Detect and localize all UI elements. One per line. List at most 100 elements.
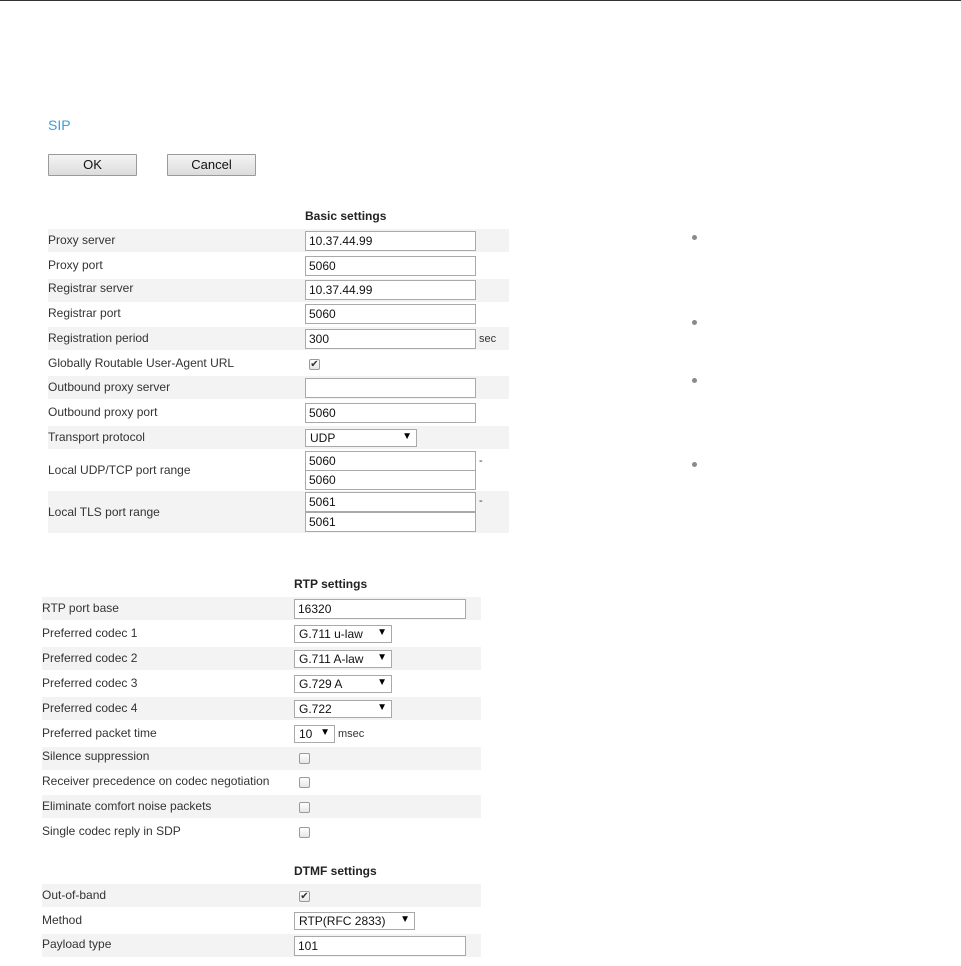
basic-settings-heading: Basic settings	[305, 209, 387, 223]
udp-port-to-input[interactable]: 5060	[305, 470, 476, 490]
udp-port-range-row: Local UDP/TCP port range 5060 - 5060	[48, 450, 509, 491]
gruu-checkbox[interactable]: ✔	[309, 359, 320, 370]
silence-suppression-row: Silence suppression	[42, 747, 481, 770]
registrar-server-row: Registrar server 10.37.44.99	[48, 279, 509, 302]
packet-time-select[interactable]: 10 ▼	[294, 725, 335, 743]
outbound-proxy-server-row: Outbound proxy server	[48, 376, 509, 399]
codec4-label: Preferred codec 4	[42, 701, 138, 715]
dtmf-method-row: Method RTP(RFC 2833) ▼	[42, 909, 481, 932]
rtp-port-base-input[interactable]: 16320	[294, 599, 466, 619]
transport-protocol-select[interactable]: UDP ▼	[305, 429, 417, 447]
registrar-server-label: Registrar server	[48, 281, 134, 295]
out-of-band-checkbox[interactable]: ✔	[299, 891, 310, 902]
codec3-select[interactable]: G.729 A ▼	[294, 675, 392, 693]
outbound-proxy-server-label: Outbound proxy server	[48, 380, 171, 394]
codec2-row: Preferred codec 2 G.711 A-law ▼	[42, 647, 481, 670]
transport-protocol-value: UDP	[310, 431, 336, 445]
single-codec-row: Single codec reply in SDP	[42, 820, 481, 843]
bullet-icon	[692, 378, 697, 383]
comfort-noise-label: Eliminate comfort noise packets	[42, 799, 212, 813]
single-codec-label: Single codec reply in SDP	[42, 824, 181, 838]
packet-time-label: Preferred packet time	[42, 726, 157, 740]
payload-type-label: Payload type	[42, 937, 112, 951]
registrar-port-input[interactable]: 5060	[305, 304, 476, 324]
dtmf-settings-heading: DTMF settings	[294, 864, 377, 878]
registration-period-input[interactable]: 300	[305, 329, 476, 349]
transport-protocol-label: Transport protocol	[48, 430, 145, 444]
out-of-band-row: Out-of-band ✔	[42, 884, 481, 907]
rtp-port-base-row: RTP port base 16320	[42, 597, 481, 620]
dtmf-method-select[interactable]: RTP(RFC 2833) ▼	[294, 912, 415, 930]
tls-port-range-row: Local TLS port range 5061 - 5061	[48, 491, 509, 533]
chevron-down-icon: ▼	[377, 652, 387, 663]
chevron-down-icon: ▼	[377, 702, 387, 713]
outbound-proxy-port-input[interactable]: 5060	[305, 403, 476, 423]
tls-port-range-label: Local TLS port range	[48, 505, 160, 519]
codec1-select[interactable]: G.711 u-law ▼	[294, 625, 392, 643]
tls-range-separator: -	[479, 495, 483, 507]
silence-suppression-label: Silence suppression	[42, 749, 150, 763]
chevron-down-icon: ▼	[320, 727, 330, 738]
bullet-icon	[692, 462, 697, 467]
single-codec-checkbox[interactable]	[299, 827, 310, 838]
codec3-row: Preferred codec 3 G.729 A ▼	[42, 672, 481, 695]
payload-type-input[interactable]: 101	[294, 936, 466, 956]
registration-period-unit: sec	[479, 333, 497, 345]
bullet-icon	[692, 320, 697, 325]
codec3-value: G.729 A	[299, 677, 343, 691]
codec3-label: Preferred codec 3	[42, 676, 138, 690]
packet-time-unit: msec	[338, 728, 365, 740]
top-border	[0, 0, 961, 1]
outbound-proxy-server-input[interactable]	[305, 378, 476, 398]
chevron-down-icon: ▼	[377, 627, 387, 638]
dtmf-method-value: RTP(RFC 2833)	[299, 914, 386, 928]
packet-time-row: Preferred packet time 10 ▼ msec	[42, 722, 481, 745]
cancel-button[interactable]: Cancel	[167, 154, 256, 176]
registrar-port-row: Registrar port 5060	[48, 302, 509, 325]
tls-port-from-input[interactable]: 5061	[305, 492, 476, 512]
out-of-band-label: Out-of-band	[42, 888, 107, 902]
registration-period-label: Registration period	[48, 331, 149, 345]
transport-protocol-row: Transport protocol UDP ▼	[48, 426, 509, 449]
registration-period-row: Registration period 300 sec	[48, 327, 509, 350]
comfort-noise-checkbox[interactable]	[299, 802, 310, 813]
tls-port-to-input[interactable]: 5061	[305, 512, 476, 532]
gruu-row: Globally Routable User-Agent URL ✔	[48, 352, 509, 375]
outbound-proxy-port-label: Outbound proxy port	[48, 405, 158, 419]
proxy-server-input[interactable]: 10.37.44.99	[305, 231, 476, 251]
outbound-proxy-port-row: Outbound proxy port 5060	[48, 401, 509, 424]
ok-button[interactable]: OK	[48, 154, 137, 176]
registrar-port-label: Registrar port	[48, 306, 121, 320]
proxy-port-input[interactable]: 5060	[305, 256, 476, 276]
comfort-noise-row: Eliminate comfort noise packets	[42, 795, 481, 818]
chevron-down-icon: ▼	[400, 914, 410, 925]
codec2-value: G.711 A-law	[299, 652, 364, 666]
gruu-label: Globally Routable User-Agent URL	[48, 356, 235, 370]
receiver-precedence-row: Receiver precedence on codec negotiation	[42, 770, 481, 793]
udp-port-range-label: Local UDP/TCP port range	[48, 463, 191, 477]
udp-port-from-input[interactable]: 5060	[305, 451, 476, 471]
rtp-settings-heading: RTP settings	[294, 577, 368, 591]
codec1-value: G.711 u-law	[299, 627, 363, 641]
codec2-label: Preferred codec 2	[42, 651, 138, 665]
proxy-port-label: Proxy port	[48, 258, 103, 272]
codec4-value: G.722	[299, 702, 332, 716]
dtmf-method-label: Method	[42, 913, 83, 927]
silence-suppression-checkbox[interactable]	[299, 753, 310, 764]
payload-type-row: Payload type 101	[42, 934, 481, 957]
registrar-server-input[interactable]: 10.37.44.99	[305, 280, 476, 300]
chevron-down-icon: ▼	[377, 677, 387, 688]
proxy-server-row: Proxy server 10.37.44.99	[48, 229, 509, 252]
receiver-precedence-label: Receiver precedence on codec negotiation	[42, 774, 270, 788]
codec2-select[interactable]: G.711 A-law ▼	[294, 650, 392, 668]
udp-range-separator: -	[479, 455, 483, 467]
rtp-port-base-label: RTP port base	[42, 601, 119, 615]
codec4-row: Preferred codec 4 G.722 ▼	[42, 697, 481, 720]
page-title: SIP	[48, 117, 71, 133]
packet-time-value: 10	[299, 727, 313, 741]
bullet-icon	[692, 235, 697, 240]
proxy-server-label: Proxy server	[48, 233, 116, 247]
receiver-precedence-checkbox[interactable]	[299, 777, 310, 788]
codec4-select[interactable]: G.722 ▼	[294, 700, 392, 718]
proxy-port-row: Proxy port 5060	[48, 254, 509, 277]
